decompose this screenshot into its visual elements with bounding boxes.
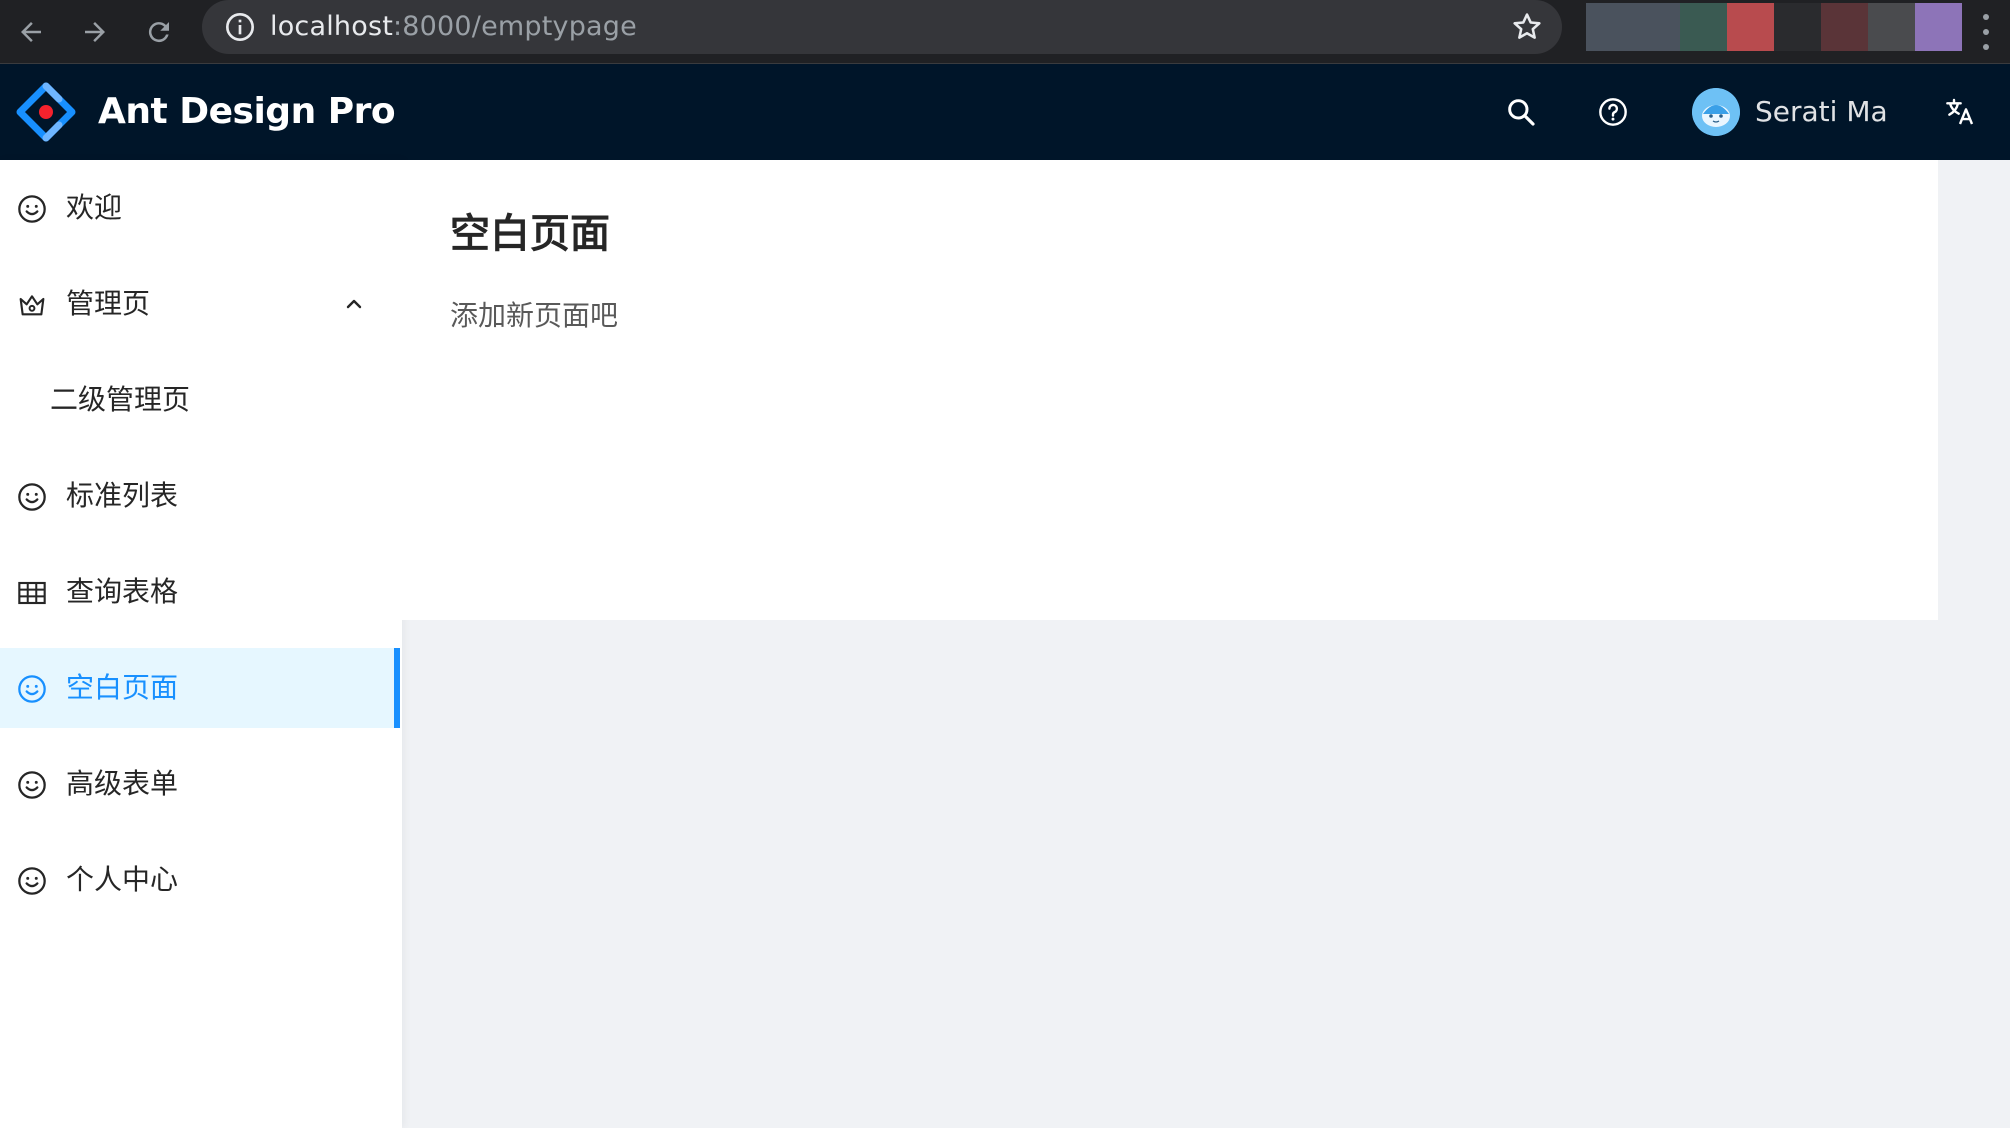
bookmark-star-icon[interactable] — [1510, 10, 1544, 44]
sidebar-item-label: 个人中心 — [66, 863, 179, 896]
page-content-card: 空白页面 添加新页面吧 — [402, 160, 1938, 620]
help-button[interactable] — [1589, 88, 1637, 136]
address-bar[interactable]: localhost:8000/emptypage — [202, 0, 1562, 54]
sidebar-item-advanced-form[interactable]: 高级表单 — [0, 744, 402, 824]
extension-icon[interactable] — [1586, 3, 1633, 51]
arrow-left-icon — [21, 22, 41, 42]
translate-icon — [1946, 98, 1974, 125]
user-name[interactable]: Serati Ma — [1755, 94, 1888, 130]
smile-icon — [18, 867, 46, 895]
ant-design-logo-icon[interactable] — [16, 82, 76, 142]
table-icon — [18, 581, 46, 605]
arrow-right-icon — [85, 22, 105, 42]
browser-toolbar: localhost:8000/emptypage — [0, 0, 2010, 64]
extension-icon[interactable] — [1680, 3, 1727, 51]
url-host: localhost — [270, 11, 393, 42]
extension-icon[interactable] — [1915, 3, 1962, 51]
smile-icon — [18, 483, 46, 511]
sidebar-item-query-table[interactable]: 查询表格 — [0, 552, 402, 632]
sidebar-item-label: 二级管理页 — [50, 383, 191, 416]
sidebar-item-label: 高级表单 — [66, 767, 179, 800]
sidebar-item-standard-list[interactable]: 标准列表 — [0, 456, 402, 536]
sidebar: 欢迎 管理页 二级管理页 标准列表 查询表格 空白页面 高级表单 个人中心 — [0, 160, 402, 1128]
forward-button[interactable] — [70, 7, 120, 57]
extension-icon[interactable] — [1821, 3, 1868, 51]
info-icon[interactable] — [224, 11, 256, 43]
url-text[interactable]: localhost:8000/emptypage — [270, 11, 637, 43]
page-description: 添加新页面吧 — [450, 299, 619, 332]
smile-icon — [18, 675, 46, 703]
app-title[interactable]: Ant Design Pro — [98, 88, 396, 136]
back-button[interactable] — [6, 7, 56, 57]
question-circle-icon — [1599, 98, 1627, 126]
sidebar-item-blank-page[interactable]: 空白页面 — [0, 648, 400, 728]
extension-icon[interactable] — [1868, 3, 1915, 51]
sidebar-item-admin[interactable]: 管理页 — [0, 264, 402, 344]
reload-button[interactable] — [134, 7, 184, 57]
crown-icon — [19, 295, 45, 316]
sidebar-item-label: 空白页面 — [66, 671, 179, 704]
menu-dot — [1983, 43, 1989, 50]
sidebar-item-sub-admin[interactable]: 二级管理页 — [0, 360, 402, 440]
sidebar-item-welcome[interactable]: 欢迎 — [0, 168, 402, 248]
search-icon — [1508, 99, 1535, 126]
sidebar-item-label: 查询表格 — [66, 575, 179, 608]
extension-icon[interactable] — [1774, 3, 1821, 51]
smile-icon — [18, 195, 46, 223]
chevron-up-icon — [346, 299, 362, 309]
menu-dot — [1983, 28, 1989, 35]
sidebar-item-label: 管理页 — [66, 287, 151, 320]
extension-icon[interactable] — [1633, 3, 1680, 51]
sidebar-item-label: 欢迎 — [66, 191, 123, 224]
search-button[interactable] — [1497, 88, 1545, 136]
smile-icon — [18, 771, 46, 799]
avatar[interactable] — [1692, 88, 1740, 136]
language-button[interactable] — [1936, 88, 1984, 136]
extensions-area — [1586, 3, 1962, 51]
avatar-image-icon — [1692, 88, 1740, 136]
page-title: 空白页面 — [450, 211, 610, 257]
app-header: Ant Design Pro Serati Ma — [0, 64, 2010, 160]
url-path: :8000/emptypage — [393, 11, 637, 42]
browser-menu-button[interactable] — [1976, 10, 1996, 54]
extension-icon[interactable] — [1727, 3, 1774, 51]
sidebar-item-personal-center[interactable]: 个人中心 — [0, 840, 402, 920]
reload-icon — [148, 22, 169, 43]
sidebar-item-label: 标准列表 — [66, 479, 179, 512]
menu-dot — [1983, 14, 1989, 21]
